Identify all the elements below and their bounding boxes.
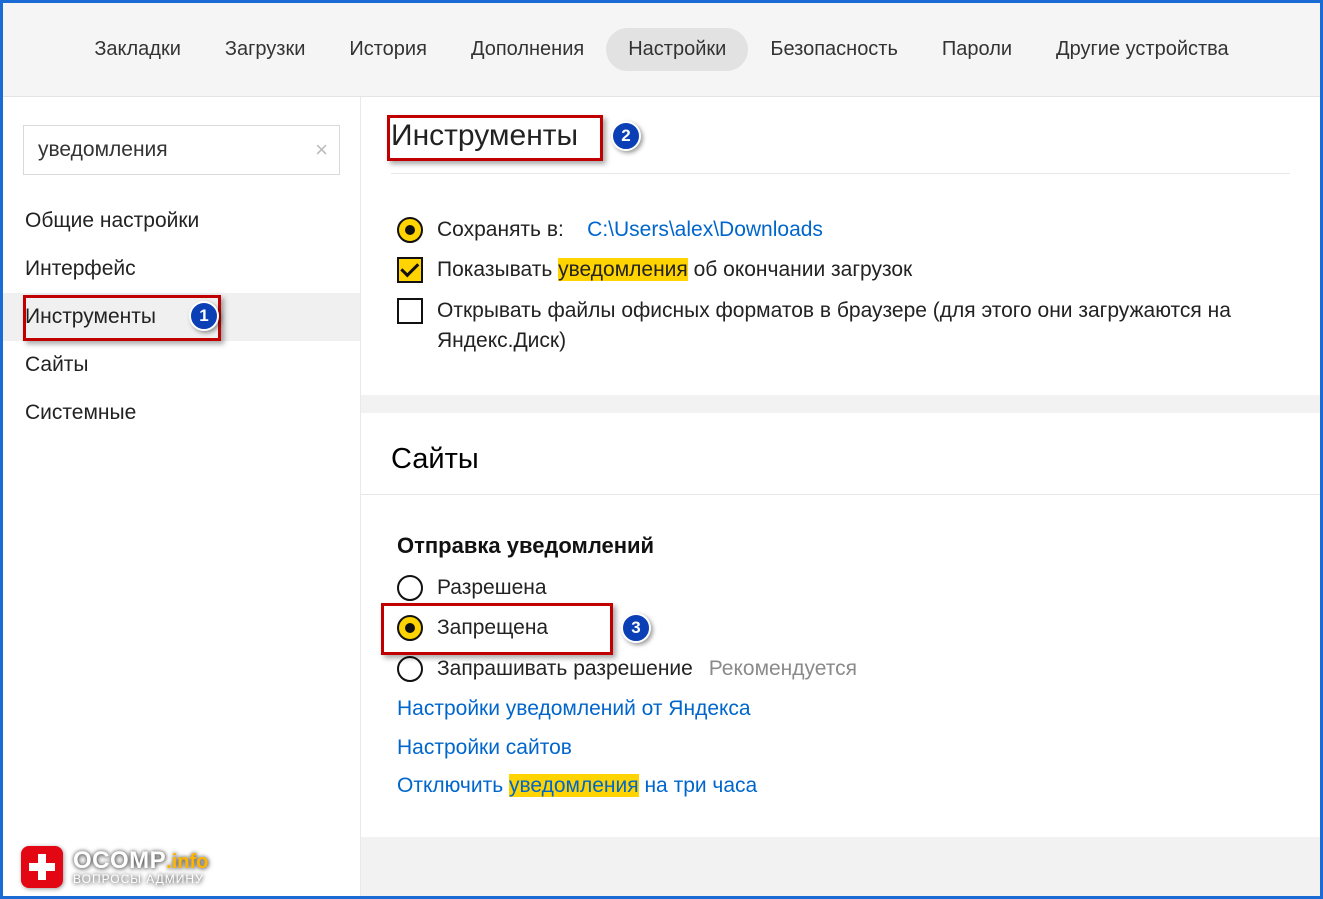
checkbox-icon[interactable] bbox=[397, 298, 423, 324]
notify-downloads-label: Показывать уведомления об окончании загр… bbox=[437, 255, 912, 285]
plus-icon bbox=[21, 846, 63, 888]
save-to-label: Сохранять в: bbox=[437, 218, 564, 241]
notify-downloads-row[interactable]: Показывать уведомления об окончании загр… bbox=[397, 255, 1290, 285]
section-title-tools: Инструменты bbox=[391, 119, 578, 153]
radio-ask-row[interactable]: Запрашивать разрешение Рекомендуется bbox=[397, 654, 1290, 684]
tab-passwords[interactable]: Пароли bbox=[920, 28, 1034, 71]
radio-icon[interactable] bbox=[397, 575, 423, 601]
watermark-sub: ВОПРОСЫ АДМИНУ bbox=[73, 873, 208, 886]
settings-content: Инструменты 2 Сохранять в: C:\Users\alex… bbox=[361, 97, 1320, 896]
radio-allow-row[interactable]: Разрешена bbox=[397, 573, 1290, 603]
annotation-badge-3: 3 bbox=[621, 613, 651, 643]
tab-other-devices[interactable]: Другие устройства bbox=[1034, 28, 1251, 71]
checkbox-icon[interactable] bbox=[397, 257, 423, 283]
truncated-row bbox=[391, 173, 1290, 201]
save-to-path-link[interactable]: C:\Users\alex\Downloads bbox=[587, 218, 823, 241]
radio-icon[interactable] bbox=[397, 615, 423, 641]
recommended-label: Рекомендуется bbox=[709, 657, 857, 680]
sidebar-item-label: Инструменты bbox=[25, 305, 156, 328]
radio-deny-row[interactable]: Запрещена 3 bbox=[397, 613, 1290, 643]
section-title-sites: Сайты bbox=[361, 413, 1320, 495]
tab-history[interactable]: История bbox=[327, 28, 449, 71]
tab-security[interactable]: Безопасность bbox=[748, 28, 920, 71]
link-disable-3h[interactable]: Отключить уведомления на три часа bbox=[397, 771, 757, 801]
tab-settings[interactable]: Настройки bbox=[606, 28, 748, 71]
radio-deny-label: Запрещена bbox=[437, 613, 548, 643]
watermark-brand: OCOMP bbox=[73, 847, 166, 874]
open-office-row[interactable]: Открывать файлы офисных форматов в брауз… bbox=[397, 296, 1290, 357]
search-input[interactable] bbox=[23, 125, 340, 175]
watermark: OCOMP.info ВОПРОСЫ АДМИНУ bbox=[21, 846, 208, 888]
link-site-settings[interactable]: Настройки сайтов bbox=[397, 733, 572, 763]
panel-tools: Инструменты 2 Сохранять в: C:\Users\alex… bbox=[361, 97, 1320, 395]
radio-allow-label: Разрешена bbox=[437, 573, 547, 603]
link-yandex-notifications[interactable]: Настройки уведомлений от Яндекса bbox=[397, 694, 751, 724]
sidebar-item-general[interactable]: Общие настройки bbox=[3, 197, 360, 245]
tab-downloads[interactable]: Загрузки bbox=[203, 28, 328, 71]
settings-sidebar: × Общие настройки Интерфейс Инструменты … bbox=[3, 97, 361, 896]
top-tabs: Закладки Загрузки История Дополнения Нас… bbox=[3, 3, 1320, 97]
watermark-suffix: .info bbox=[166, 851, 208, 873]
clear-icon[interactable]: × bbox=[315, 139, 328, 161]
sidebar-item-interface[interactable]: Интерфейс bbox=[3, 245, 360, 293]
tab-bookmarks[interactable]: Закладки bbox=[72, 28, 203, 71]
sidebar-item-sites[interactable]: Сайты bbox=[3, 341, 360, 389]
radio-ask-label: Запрашивать разрешение bbox=[437, 657, 693, 680]
sidebar-item-system[interactable]: Системные bbox=[3, 389, 360, 437]
annotation-badge-2: 2 bbox=[611, 121, 641, 151]
radio-icon[interactable] bbox=[397, 217, 423, 243]
save-to-row[interactable]: Сохранять в: C:\Users\alex\Downloads bbox=[397, 215, 1290, 245]
notifications-subtitle: Отправка уведомлений bbox=[397, 533, 1290, 559]
radio-icon[interactable] bbox=[397, 656, 423, 682]
tab-addons[interactable]: Дополнения bbox=[449, 28, 606, 71]
open-office-label: Открывать файлы офисных форматов в брауз… bbox=[437, 296, 1290, 357]
annotation-badge-1: 1 bbox=[189, 301, 219, 331]
panel-sites: Сайты Отправка уведомлений Разрешена Зап… bbox=[361, 413, 1320, 838]
sidebar-item-tools[interactable]: Инструменты 1 bbox=[3, 293, 360, 341]
